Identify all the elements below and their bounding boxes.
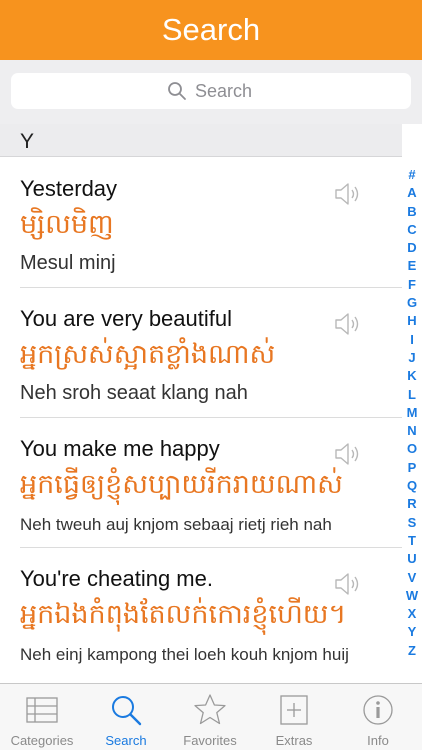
index-letter[interactable]: S [402,514,422,532]
index-letter[interactable]: Z [402,642,422,660]
khmer-phrase: ម្សិលមិញ [20,209,114,240]
phrase-row[interactable]: You make me happy អ្នកធ្វើឲ្យខ្ញុំសប្បាយ… [0,418,402,548]
index-letter[interactable]: N [402,422,422,440]
section-index[interactable]: # A B C D E F G H I J K L M N O P Q R S … [402,166,422,660]
english-phrase: You are very beautiful [20,306,232,331]
index-letter[interactable]: Y [402,623,422,641]
index-letter[interactable]: F [402,276,422,294]
search-input[interactable]: Search [11,73,411,109]
tab-favorites[interactable]: Favorites [168,684,252,750]
index-letter[interactable]: D [402,239,422,257]
index-letter[interactable]: U [402,550,422,568]
english-phrase: You're cheating me. [20,566,213,591]
plus-box-icon [280,695,308,725]
info-icon [363,695,393,725]
index-letter[interactable]: J [402,349,422,367]
tab-bar: Categories Search Favorites Extras Info [0,683,422,750]
index-letter[interactable]: I [402,331,422,349]
index-letter[interactable]: P [402,459,422,477]
tab-categories[interactable]: Categories [0,684,84,750]
list-icon [26,697,58,723]
romanization: Neh sroh seaat klang nah [20,382,248,404]
speaker-icon[interactable] [334,572,364,596]
tab-label: Info [367,733,389,748]
search-area: Search [0,60,422,124]
khmer-phrase: អ្នកស្រស់ស្អាតខ្លាំងណាស់ [20,339,276,370]
index-letter[interactable]: R [402,495,422,513]
speaker-icon[interactable] [334,182,364,206]
tab-label: Categories [10,733,74,748]
index-letter[interactable]: X [402,605,422,623]
index-letter[interactable]: E [402,257,422,275]
index-letter[interactable]: M [402,404,422,422]
index-letter[interactable]: H [402,312,422,330]
index-letter[interactable]: W [402,587,422,605]
index-letter[interactable]: L [402,386,422,404]
section-letter: Y [20,130,35,153]
index-letter[interactable]: G [402,294,422,312]
index-letter[interactable]: A [402,184,422,202]
section-header: Y [0,124,402,157]
star-icon [194,694,226,725]
tab-label: Favorites [183,733,237,748]
index-letter[interactable]: O [402,440,422,458]
speaker-icon[interactable] [334,312,364,336]
tab-info[interactable]: Info [336,684,420,750]
index-letter[interactable]: V [402,569,422,587]
search-icon [168,82,186,100]
phrase-row[interactable]: You're cheating me. អ្នកឯងកំពុងតែលក់កោរខ… [0,548,402,678]
speaker-icon[interactable] [334,442,364,466]
index-letter[interactable]: K [402,367,422,385]
tab-extras[interactable]: Extras [252,684,336,750]
index-letter[interactable]: B [402,203,422,221]
index-letter[interactable]: # [402,166,422,184]
navigation-bar: Search [0,0,422,60]
tab-search[interactable]: Search [84,684,168,750]
phrase-row[interactable]: Yesterday ម្សិលមិញ Mesul minj [0,158,402,288]
index-letter[interactable]: Q [402,477,422,495]
romanization: Mesul minj [20,252,116,274]
english-phrase: You make me happy [20,436,220,461]
page-title: Search [161,12,261,47]
index-letter[interactable]: C [402,221,422,239]
romanization: Neh tweuh auj knjom sebaaj rietj rieh na… [20,515,332,534]
tab-label: Search [105,733,147,748]
tab-label: Extras [275,733,313,748]
phrase-row[interactable]: You are very beautiful អ្នកស្រស់ស្អាតខ្ល… [0,288,402,418]
index-letter[interactable]: T [402,532,422,550]
english-phrase: Yesterday [20,176,118,201]
search-icon [112,696,142,726]
search-placeholder: Search [195,81,253,101]
romanization: Neh einj kampong thei loeh kouh knjom hu… [20,645,349,664]
khmer-phrase: អ្នកធ្វើឲ្យខ្ញុំសប្បាយរីករាយណាស់ [20,469,343,500]
khmer-phrase: អ្នកឯងកំពុងតែលក់កោរខ្ញុំហើយ។ [20,599,347,630]
